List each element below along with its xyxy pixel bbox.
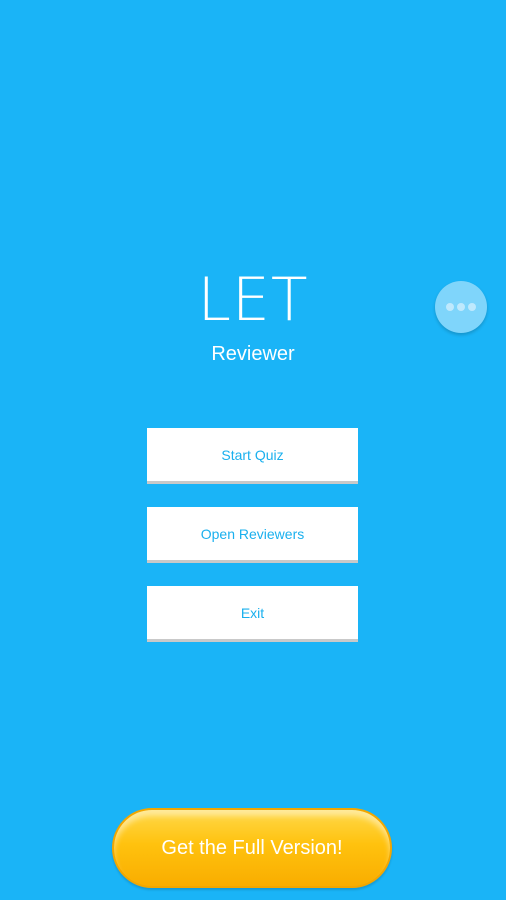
dot-3 [468,303,476,311]
get-full-version-button[interactable]: Get the Full Version! [112,808,392,888]
start-quiz-button[interactable]: Start Quiz [147,428,358,484]
open-reviewers-button[interactable]: Open Reviewers [147,507,358,563]
app-title: LET [197,265,309,335]
exit-button[interactable]: Exit [147,586,358,642]
app-subtitle: Reviewer [211,343,295,365]
main-screen: LET Reviewer Start Quiz Open Reviewers E… [0,0,506,900]
more-dots-icon[interactable] [435,281,487,333]
dot-2 [457,303,465,311]
dot-1 [446,303,454,311]
